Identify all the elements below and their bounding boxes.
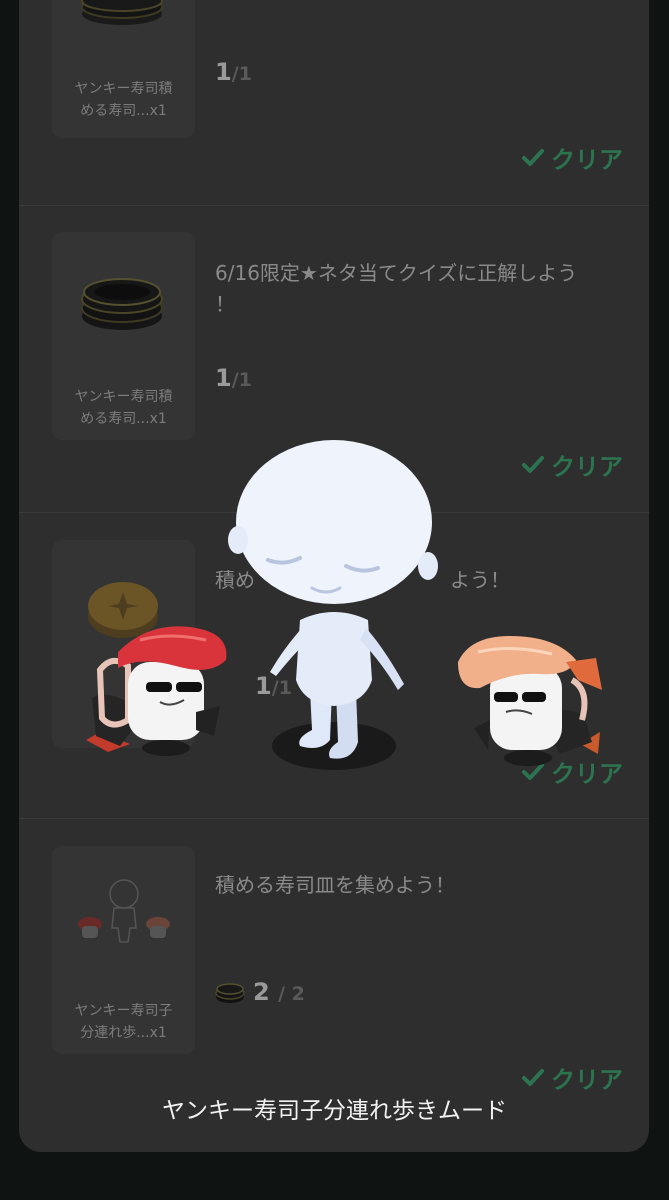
reward-label: ヤンキー寿司子 分連れ歩...x1 <box>74 1003 173 1041</box>
clear-status: クリア <box>521 754 623 789</box>
sushi-plate-icon <box>215 983 245 1003</box>
reward-label: ヤンキー寿司積 める寿司...x1 <box>74 389 173 427</box>
check-icon <box>522 762 544 780</box>
divider <box>19 512 649 513</box>
missions-sheet: ヤンキー寿司積 める寿司...x1 1/1 クリア ヤンキー寿司積 める寿司..… <box>19 0 649 1152</box>
mission-progress: 1/1 <box>215 58 252 86</box>
check-icon <box>522 1068 544 1086</box>
reward-label: ヤンキー寿司積 める寿司...x1 <box>74 81 173 119</box>
sushi-plate-icon <box>81 0 163 25</box>
reward-thumbnail: ヤンキー寿司子 分連れ歩...x1 <box>52 846 195 1054</box>
reward-thumbnail: ヤンキー寿司積 める寿司...x1 <box>52 0 195 138</box>
divider <box>19 205 649 206</box>
reward-thumbnail <box>52 540 195 748</box>
sushi-plate-icon <box>81 278 163 330</box>
check-icon <box>522 455 544 473</box>
check-icon <box>522 148 544 166</box>
mission-title: 6/16限定★ネタ当てクイズに正解しよう ！ <box>215 261 578 316</box>
divider <box>19 818 649 819</box>
mission-title: 積め よう！ <box>215 568 510 592</box>
clear-status: クリア <box>521 447 623 482</box>
mission-title: 積める寿司皿を集めよう！ <box>215 873 455 897</box>
mission-progress: 1/1 <box>255 672 292 700</box>
clear-status: クリア <box>521 140 623 175</box>
clear-status: クリア <box>521 1060 623 1095</box>
reward-thumbnail: ヤンキー寿司積 める寿司...x1 <box>52 232 195 440</box>
mission-progress: 2 / 2 <box>215 978 305 1006</box>
mission-progress: 1/1 <box>215 364 252 392</box>
gold-coin-icon <box>88 582 158 638</box>
avatar-mood-icon <box>78 879 170 943</box>
